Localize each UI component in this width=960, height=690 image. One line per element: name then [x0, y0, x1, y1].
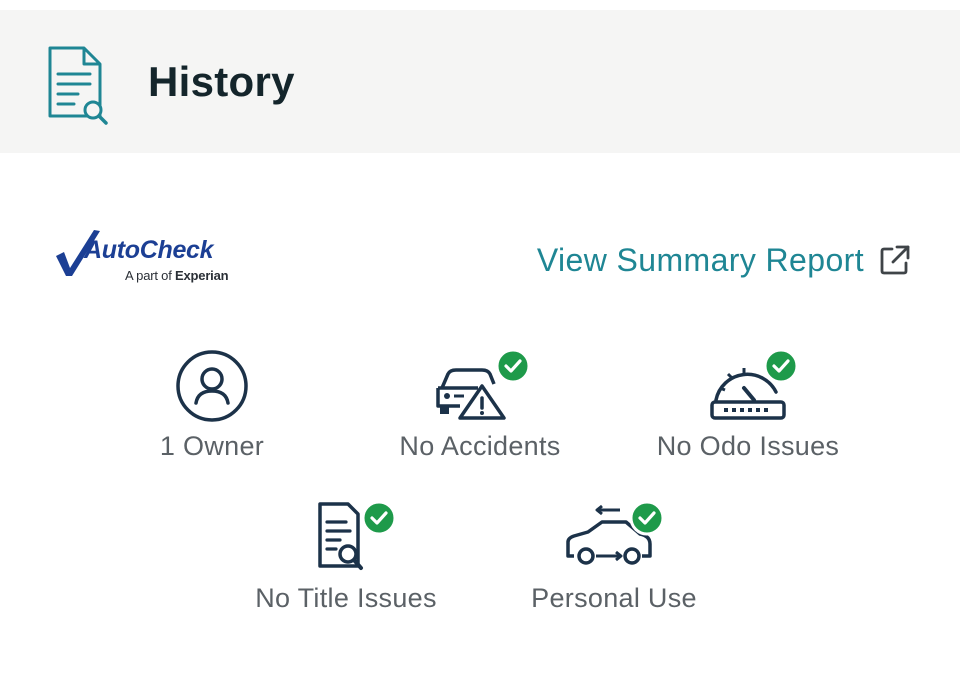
view-summary-report-link[interactable]: View Summary Report	[537, 242, 864, 279]
brand-tagline: A part of Experian	[125, 268, 229, 283]
owner-icon	[176, 350, 248, 422]
feature-label: Personal Use	[531, 583, 697, 613]
feature-no-accidents: No Accidents	[360, 348, 600, 468]
personal-use-car-icon	[566, 500, 664, 565]
car-accident-icon	[436, 348, 530, 420]
check-badge	[629, 500, 664, 536]
title-document-icon	[318, 500, 396, 570]
page-title: History	[148, 58, 295, 105]
feature-owner: 1 Owner	[92, 348, 332, 468]
brand-name: AutoCheck	[84, 236, 214, 264]
feature-label: No Accidents	[399, 431, 561, 461]
odometer-icon	[710, 348, 798, 420]
feature-label: 1 Owner	[159, 431, 265, 461]
feature-label: No Title Issues	[255, 583, 437, 613]
autocheck-logo: AutoCheck A part of Experian	[54, 228, 244, 288]
external-link-icon[interactable]	[878, 243, 912, 277]
document-search-icon	[48, 46, 108, 125]
feature-label: No Odo Issues	[656, 431, 840, 461]
feature-no-title-issues: No Title Issues	[226, 500, 466, 620]
check-badge	[495, 348, 530, 384]
feature-personal-use: Personal Use	[494, 500, 734, 620]
feature-no-odo-issues: No Odo Issues	[628, 348, 868, 468]
check-badge	[361, 500, 396, 536]
history-page: History AutoCheck A part of Experian Vie…	[0, 0, 960, 690]
check-badge	[763, 348, 798, 384]
history-header: History	[0, 10, 960, 153]
